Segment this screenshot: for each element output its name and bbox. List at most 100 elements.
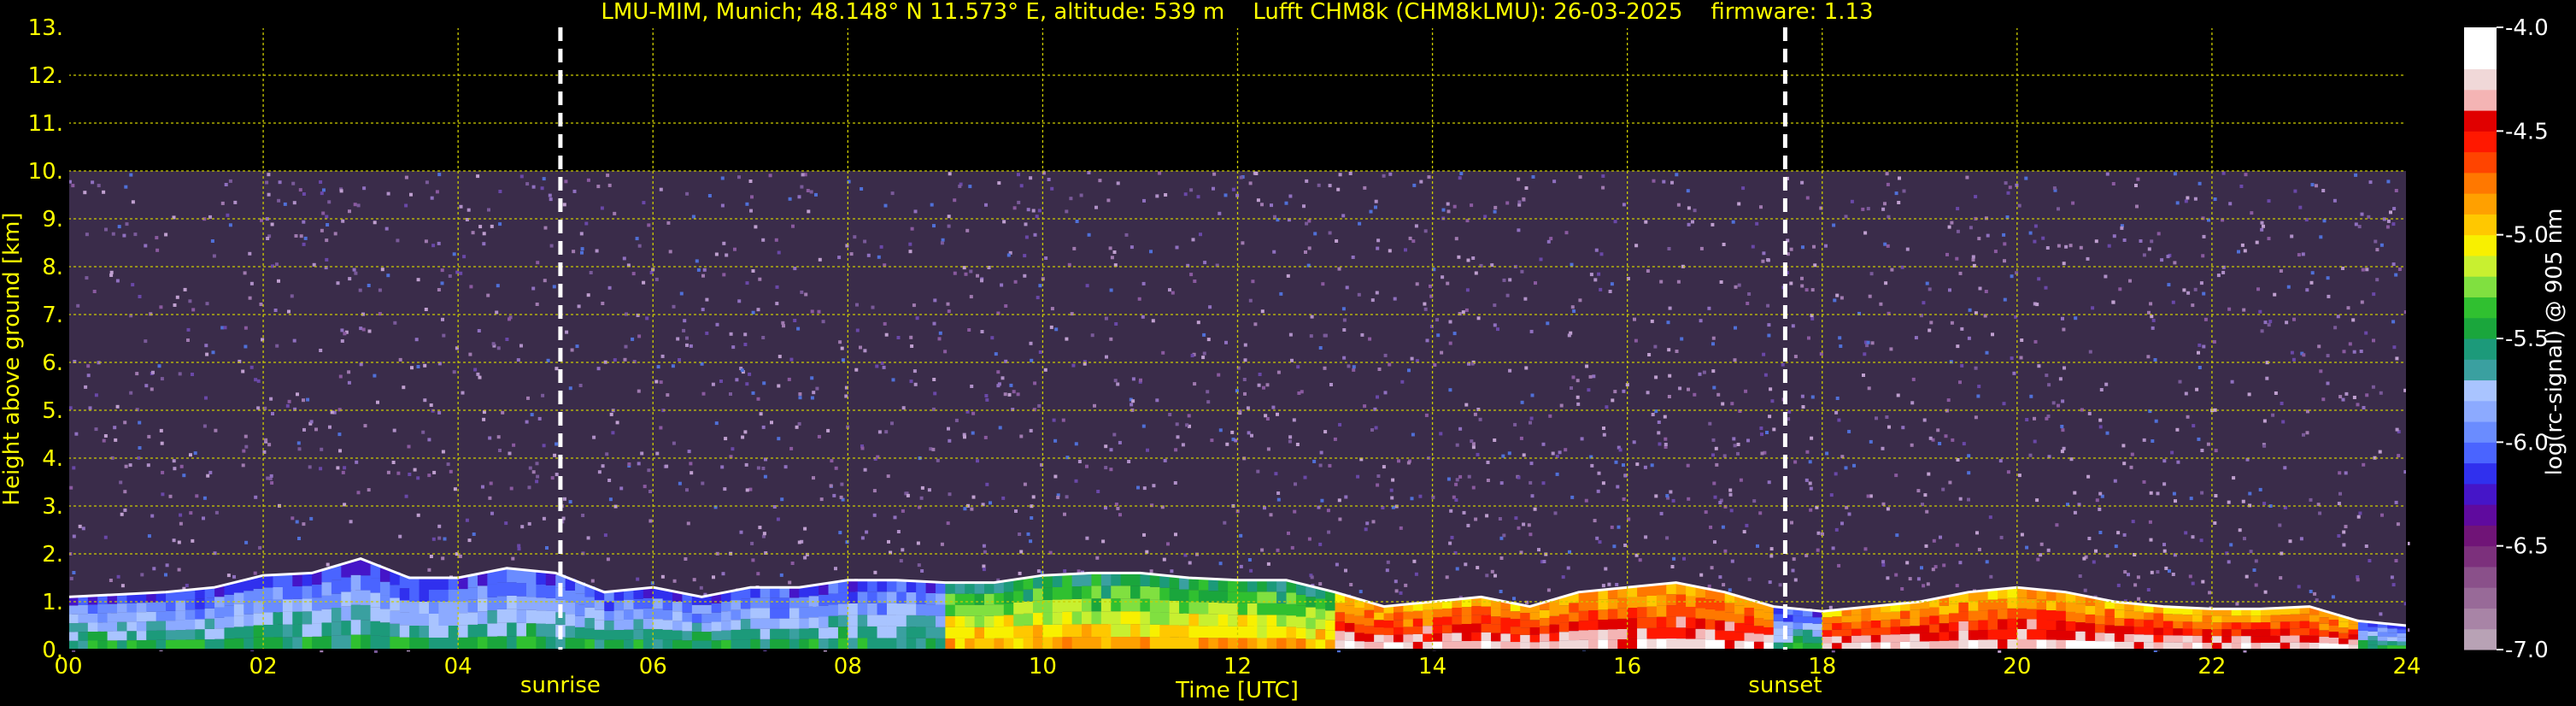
noise-speck bbox=[1263, 506, 1266, 510]
signal-cell bbox=[1295, 616, 1306, 628]
noise-speck bbox=[363, 424, 367, 428]
signal-cell bbox=[292, 586, 303, 599]
noise-speck bbox=[689, 471, 694, 475]
signal-cell bbox=[877, 626, 888, 638]
noise-speck bbox=[948, 438, 952, 443]
signal-cell bbox=[2133, 642, 2145, 650]
noise-speck bbox=[287, 399, 291, 403]
noise-speck bbox=[1761, 259, 1765, 263]
noise-speck bbox=[338, 374, 343, 379]
noise-speck bbox=[994, 352, 998, 356]
noise-speck bbox=[998, 426, 1002, 430]
noise-speck bbox=[613, 358, 617, 362]
signal-cell bbox=[1549, 624, 1560, 633]
noise-speck bbox=[2298, 205, 2303, 209]
noise-speck bbox=[777, 355, 782, 359]
signal-cell bbox=[2104, 616, 2115, 626]
noise-speck bbox=[1124, 232, 1129, 237]
noise-speck bbox=[1584, 498, 1588, 503]
noise-speck bbox=[1599, 252, 1604, 256]
noise-speck bbox=[1210, 438, 1214, 443]
noise-speck bbox=[1576, 379, 1580, 383]
signal-cell bbox=[633, 619, 644, 630]
noise-speck bbox=[2111, 182, 2115, 185]
signal-cell bbox=[1023, 637, 1034, 650]
noise-speck bbox=[2285, 321, 2289, 325]
signal-cell bbox=[1656, 595, 1667, 606]
noise-speck bbox=[971, 411, 976, 415]
signal-cell bbox=[2290, 621, 2301, 629]
noise-speck bbox=[1622, 497, 1626, 501]
noise-speck bbox=[2319, 369, 2323, 374]
noise-speck bbox=[477, 329, 481, 332]
noise-speck bbox=[1382, 465, 1386, 469]
signal-cell bbox=[2124, 633, 2135, 642]
noise-speck bbox=[2114, 544, 2118, 549]
noise-speck bbox=[348, 277, 352, 281]
noise-speck bbox=[1723, 549, 1728, 553]
noise-speck bbox=[2105, 172, 2110, 176]
noise-speck bbox=[1598, 540, 1602, 544]
noise-speck bbox=[777, 437, 781, 441]
noise-speck bbox=[2250, 211, 2254, 215]
signal-cell bbox=[507, 582, 518, 596]
noise-speck bbox=[2198, 366, 2202, 369]
signal-cell bbox=[1228, 603, 1239, 615]
noise-speck bbox=[202, 516, 205, 521]
noise-speck bbox=[1687, 387, 1690, 391]
noise-speck bbox=[1910, 401, 1915, 405]
signal-cell bbox=[1198, 578, 1209, 591]
noise-speck bbox=[2359, 350, 2363, 353]
noise-speck bbox=[1593, 519, 1597, 523]
signal-cell bbox=[1802, 636, 1813, 644]
signal-cell bbox=[1344, 614, 1355, 623]
noise-speck bbox=[2035, 498, 2039, 503]
noise-speck bbox=[1365, 521, 1370, 526]
noise-speck bbox=[1018, 532, 1022, 536]
noise-speck bbox=[1897, 201, 1901, 204]
signal-cell bbox=[204, 597, 215, 609]
noise-speck bbox=[1342, 318, 1347, 322]
noise-speck bbox=[2150, 239, 2154, 244]
signal-cell bbox=[2173, 642, 2184, 650]
noise-speck bbox=[2302, 353, 2306, 357]
noise-speck bbox=[1969, 226, 1973, 230]
noise-speck bbox=[2193, 197, 2198, 201]
signal-cell bbox=[1071, 586, 1083, 599]
noise-speck bbox=[140, 573, 144, 577]
signal-cell bbox=[2095, 632, 2106, 642]
noise-speck bbox=[562, 203, 566, 207]
noise-speck bbox=[1958, 380, 1962, 385]
noise-speck bbox=[2045, 374, 2049, 378]
signal-cell bbox=[458, 625, 469, 638]
noise-speck bbox=[2017, 203, 2021, 208]
signal-cell bbox=[321, 636, 332, 650]
noise-speck bbox=[1104, 506, 1107, 510]
signal-cell bbox=[117, 640, 128, 650]
noise-speck bbox=[1712, 385, 1716, 390]
signal-cell bbox=[1919, 609, 1930, 617]
noise-speck bbox=[1736, 443, 1740, 446]
noise-speck bbox=[1739, 478, 1743, 482]
noise-speck bbox=[1650, 463, 1654, 468]
signal-cell bbox=[2173, 628, 2184, 636]
signal-cell bbox=[350, 634, 361, 650]
noise-speck bbox=[1650, 319, 1654, 323]
signal-cell bbox=[799, 607, 810, 619]
noise-speck bbox=[1217, 373, 1221, 377]
signal-cell bbox=[1558, 614, 1570, 623]
noise-speck bbox=[2136, 177, 2140, 181]
noise-speck bbox=[1712, 481, 1716, 485]
noise-speck bbox=[659, 426, 663, 430]
noise-speck bbox=[1130, 245, 1134, 250]
signal-cell bbox=[1549, 641, 1560, 650]
signal-cell bbox=[731, 629, 742, 640]
noise-speck bbox=[948, 172, 952, 176]
noise-speck bbox=[1448, 341, 1452, 345]
signal-cell bbox=[584, 628, 596, 639]
noise-speck bbox=[120, 584, 125, 588]
noise-speck bbox=[339, 189, 343, 193]
colorbar-segment bbox=[2464, 68, 2497, 91]
noise-speck bbox=[1029, 176, 1033, 180]
noise-speck bbox=[1924, 544, 1928, 548]
